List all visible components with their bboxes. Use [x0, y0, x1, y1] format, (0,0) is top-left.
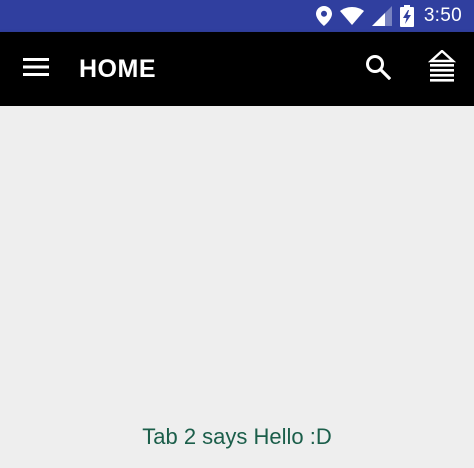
- search-button[interactable]: [354, 45, 402, 93]
- location-icon: [315, 6, 332, 26]
- stack-icon: [427, 48, 457, 89]
- status-time: 3:50: [423, 5, 462, 26]
- wifi-icon: [339, 7, 364, 25]
- cell-signal-icon: [371, 6, 392, 26]
- menu-icon: [23, 57, 49, 82]
- tab-content: Tab 2 says Hello :D: [0, 106, 474, 468]
- menu-button[interactable]: [12, 45, 60, 93]
- stack-button[interactable]: [418, 45, 466, 93]
- status-bar: 3:50: [0, 0, 474, 32]
- page-title: HOME: [79, 55, 156, 83]
- app-bar: HOME: [0, 32, 474, 106]
- battery-charging-icon: [399, 5, 414, 27]
- search-icon: [365, 54, 392, 85]
- tab-message: Tab 2 says Hello :D: [142, 424, 332, 449]
